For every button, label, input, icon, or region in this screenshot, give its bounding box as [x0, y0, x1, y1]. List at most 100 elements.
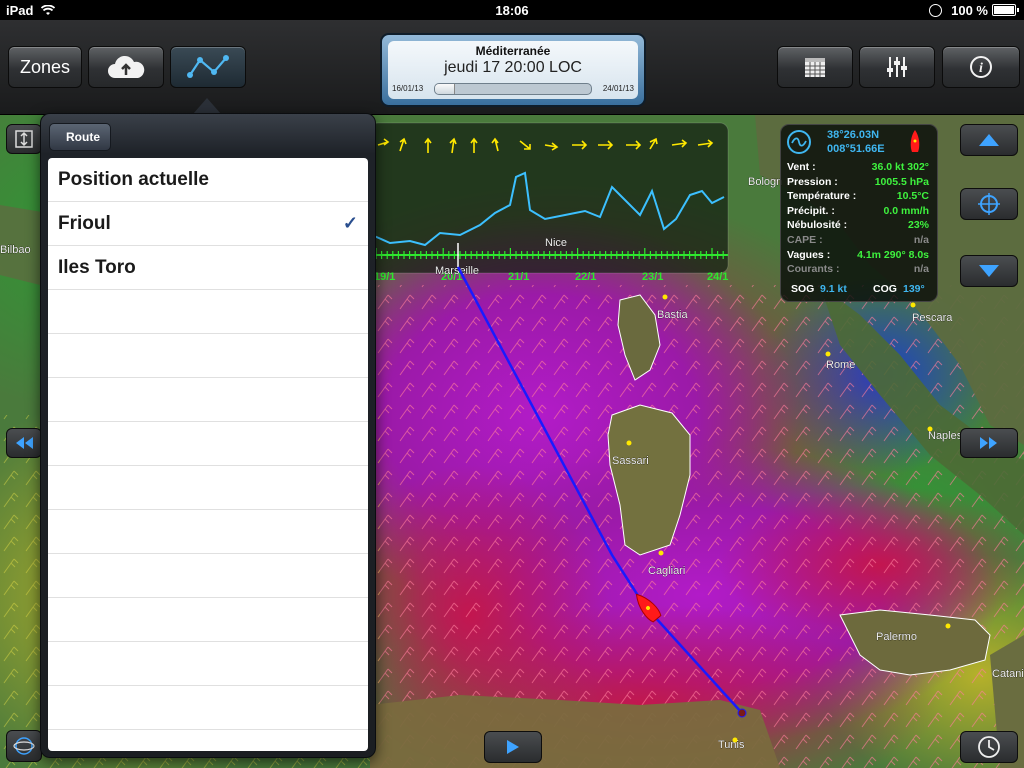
zoom-up-button[interactable]	[960, 124, 1018, 156]
info-key: Vent :	[787, 161, 816, 173]
longitude: 008°51.66E	[827, 143, 885, 155]
cloud-upload-icon	[108, 55, 145, 78]
info-row: Courants : n/a	[787, 263, 929, 277]
city-label: Cagliari	[648, 565, 685, 577]
info-value: 23%	[907, 219, 929, 232]
route-list: Position actuelle Frioul ✓ Iles Toro	[48, 158, 368, 751]
route-item-label: Frioul	[58, 213, 111, 234]
triangle-up-icon	[979, 134, 999, 146]
info-row: Nébulosité : 23%	[787, 219, 929, 233]
route-destination	[737, 708, 747, 718]
empty-list-row	[48, 422, 368, 466]
empty-list-row	[48, 686, 368, 730]
city-label: Marseille	[435, 265, 479, 277]
zoom-down-button[interactable]	[960, 255, 1018, 287]
city-label: Nice	[545, 237, 567, 249]
info-key: Pression :	[787, 175, 838, 188]
empty-list-row	[48, 334, 368, 378]
triangle-down-icon	[979, 265, 999, 277]
zone-time-panel: Méditerranée jeudi 17 20:00 LOC 16/01/13…	[388, 41, 638, 99]
timeline-date: 21/1	[508, 271, 529, 283]
clock-icon	[978, 736, 1000, 758]
info-value: 36.0 kt 302°	[871, 161, 929, 173]
cog-value: 139°	[903, 283, 925, 295]
next-step-button[interactable]	[960, 428, 1018, 458]
status-bar: iPad 18:06 100 %	[0, 0, 1024, 20]
zone-time-selector[interactable]: Méditerranée jeudi 17 20:00 LOC 16/01/13…	[380, 33, 646, 107]
route-popover: Route Position actuelle Frioul ✓ Iles Toro	[40, 113, 376, 758]
info-value: n/a	[913, 234, 929, 246]
previous-step-button[interactable]	[6, 428, 42, 458]
download-button[interactable]	[88, 46, 164, 88]
play-icon	[507, 740, 519, 754]
city-label: Catania	[992, 668, 1024, 680]
crosshair-icon	[978, 193, 1000, 215]
info-row: Température : 10.5°C	[787, 190, 929, 204]
timeline-date: 22/1	[575, 271, 596, 283]
popover-arrow	[193, 98, 221, 114]
battery-icon	[992, 4, 1019, 16]
globe-button[interactable]	[6, 730, 42, 762]
battery-status: 100 %	[928, 3, 1019, 18]
info-key: Courants :	[787, 263, 840, 276]
point-info-panel: 38°26.03N 008°51.66E Vent : 36.0 kt 302° P…	[780, 124, 938, 302]
route-list-item[interactable]: Position actuelle	[48, 158, 368, 202]
empty-list-row	[48, 554, 368, 598]
boat-icon	[910, 130, 920, 152]
globe-icon	[13, 737, 35, 755]
city-label: Palermo	[876, 631, 917, 643]
forecast-datetime: jeudi 17 20:00 LOC	[444, 59, 582, 76]
center-position-button[interactable]	[960, 188, 1018, 220]
city-label: Pescara	[912, 312, 953, 324]
zone-name: Méditerranée	[475, 44, 551, 58]
info-value: n/a	[913, 263, 929, 276]
route-item-label: Iles Toro	[58, 257, 136, 278]
empty-list-row	[48, 510, 368, 554]
info-value: 4.1m 290° 8.0s	[857, 248, 929, 261]
route-button[interactable]	[170, 46, 246, 88]
time-slider[interactable]	[434, 83, 592, 95]
map-resize-button[interactable]	[6, 124, 42, 154]
sog-value: 9.1 kt	[820, 283, 847, 295]
rotation-lock-icon	[928, 4, 942, 17]
latitude: 38°26.03N	[827, 129, 880, 141]
svg-text:i: i	[979, 61, 983, 76]
info-key: CAPE :	[787, 234, 823, 246]
calendar-button[interactable]	[777, 46, 853, 88]
info-row: Précipit. : 0.0 mm/h	[787, 205, 929, 219]
info-button[interactable]: i	[942, 46, 1020, 88]
city-label: Tunis	[718, 739, 745, 751]
graph-toggle-icon[interactable]	[786, 129, 812, 155]
info-key: Vagues :	[787, 248, 831, 261]
play-button[interactable]	[484, 731, 542, 763]
clock: 18:06	[495, 3, 529, 18]
info-key: Température :	[787, 190, 857, 203]
city-label: Bilbao	[0, 244, 31, 256]
info-key: Précipit. :	[787, 204, 835, 217]
resize-icon	[15, 130, 33, 148]
empty-list-row	[48, 642, 368, 686]
sliders-icon	[887, 57, 907, 77]
cog-label: COG	[873, 283, 897, 295]
route-item-label: Position actuelle	[58, 169, 209, 190]
info-value: 1005.5 hPa	[874, 175, 929, 188]
empty-list-row	[48, 290, 368, 334]
route-icon	[187, 55, 229, 78]
empty-list-row	[48, 466, 368, 510]
settings-button[interactable]	[859, 46, 935, 88]
city-label: Sassari	[612, 455, 649, 467]
route-back-button[interactable]: Route	[49, 123, 111, 151]
clock-button[interactable]	[960, 731, 1018, 763]
empty-list-row	[48, 378, 368, 422]
info-row: Vent : 36.0 kt 302°	[787, 161, 929, 175]
city-label: Naples	[928, 430, 963, 442]
route-list-item[interactable]: Iles Toro	[48, 246, 368, 290]
city-label: Bologn	[748, 176, 782, 188]
info-value: 10.5°C	[896, 190, 929, 203]
info-row: CAPE : n/a	[787, 234, 929, 248]
checkmark-icon: ✓	[342, 213, 358, 233]
zones-button[interactable]: Zones	[8, 46, 82, 88]
sog-label: SOG	[791, 283, 815, 295]
route-list-item[interactable]: Frioul ✓	[48, 202, 368, 246]
info-icon: i	[970, 56, 992, 78]
